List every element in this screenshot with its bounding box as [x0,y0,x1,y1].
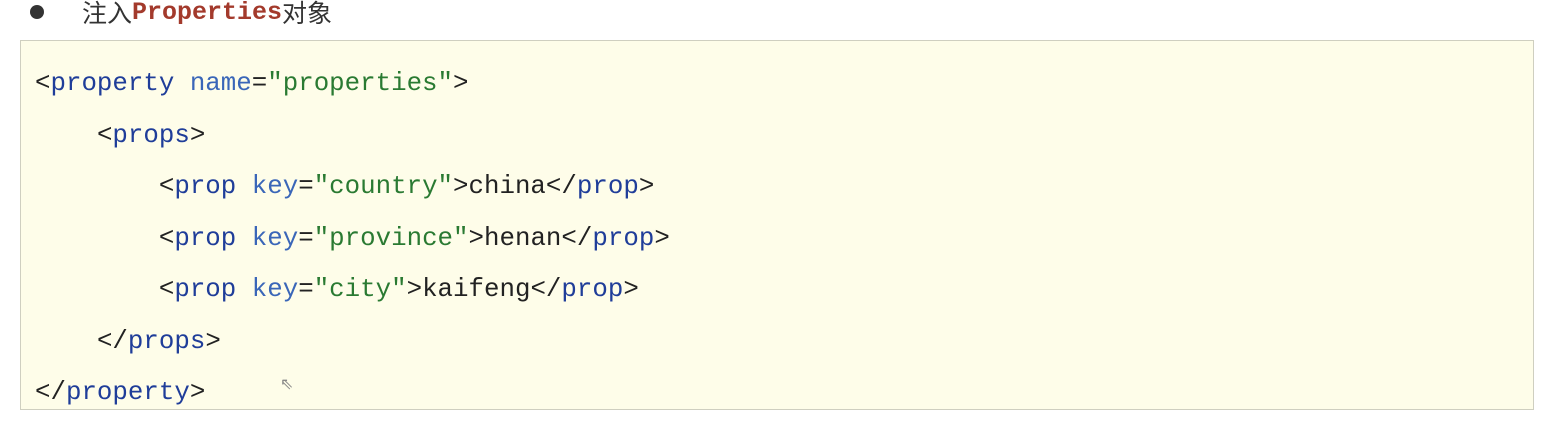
section-heading: 注入 Properties 对象 [30,0,332,30]
punctuation: >henan</ [468,223,593,253]
mouse-pointer-icon: ⇖ [280,374,294,393]
attribute-value: "properties" [267,69,454,98]
punctuation: </ [35,378,66,407]
punctuation: < [158,275,175,304]
tag-name: props [112,120,190,150]
tag-name: prop [561,275,624,304]
punctuation: > [205,326,221,356]
code-block: <property name="properties"> <props> <pr… [20,40,1534,410]
punctuation: > [189,120,206,150]
tag-name: prop [592,223,655,253]
code-line: <props> [35,110,670,162]
code-line: <prop key="province">henan</prop> [35,213,670,265]
punctuation [174,69,189,98]
tag-name: prop [174,172,237,201]
punctuation: < [35,69,51,98]
punctuation: >kaifeng</ [406,275,562,304]
punctuation: = [251,69,268,98]
bullet-icon [30,5,44,19]
punctuation: > [453,69,469,98]
punctuation: = [298,172,314,201]
code-line: <prop key="city">kaifeng</prop> [35,264,670,316]
punctuation [236,275,251,304]
attribute-value: "city" [313,275,407,304]
code-line: <prop key="country">china</prop> [35,161,670,213]
code-line: <property name="properties"> [35,58,670,110]
punctuation [236,172,251,201]
tag-name: prop [576,172,639,201]
punctuation: </ [96,326,128,356]
tag-name: prop [174,275,237,304]
tag-name: prop [174,223,237,253]
punctuation: < [158,223,175,253]
heading-suffix: 对象 [282,0,333,28]
attribute-name: name [189,69,252,98]
attribute-value: "province" [313,223,469,253]
tag-name: property [50,69,175,98]
punctuation [236,224,251,253]
punctuation: > [638,172,655,201]
tag-name: property [65,378,190,407]
punctuation: < [96,120,113,150]
punctuation: = [298,275,314,304]
punctuation: > [654,223,670,253]
attribute-value: "country" [313,172,454,201]
attribute-name: key [251,275,299,304]
heading-keyword: Properties [132,0,283,27]
punctuation: < [158,172,175,201]
code-line: </props> [35,316,670,368]
code-line: </property> [35,367,670,419]
punctuation: = [298,223,314,253]
punctuation: > [189,378,206,407]
tag-name: props [127,326,206,356]
attribute-name: key [251,223,299,253]
attribute-name: key [251,172,299,201]
code-content: <property name="properties"> <props> <pr… [35,58,670,419]
heading-prefix: 注入 [82,0,133,28]
punctuation: >china</ [453,172,577,201]
punctuation: > [623,275,639,304]
